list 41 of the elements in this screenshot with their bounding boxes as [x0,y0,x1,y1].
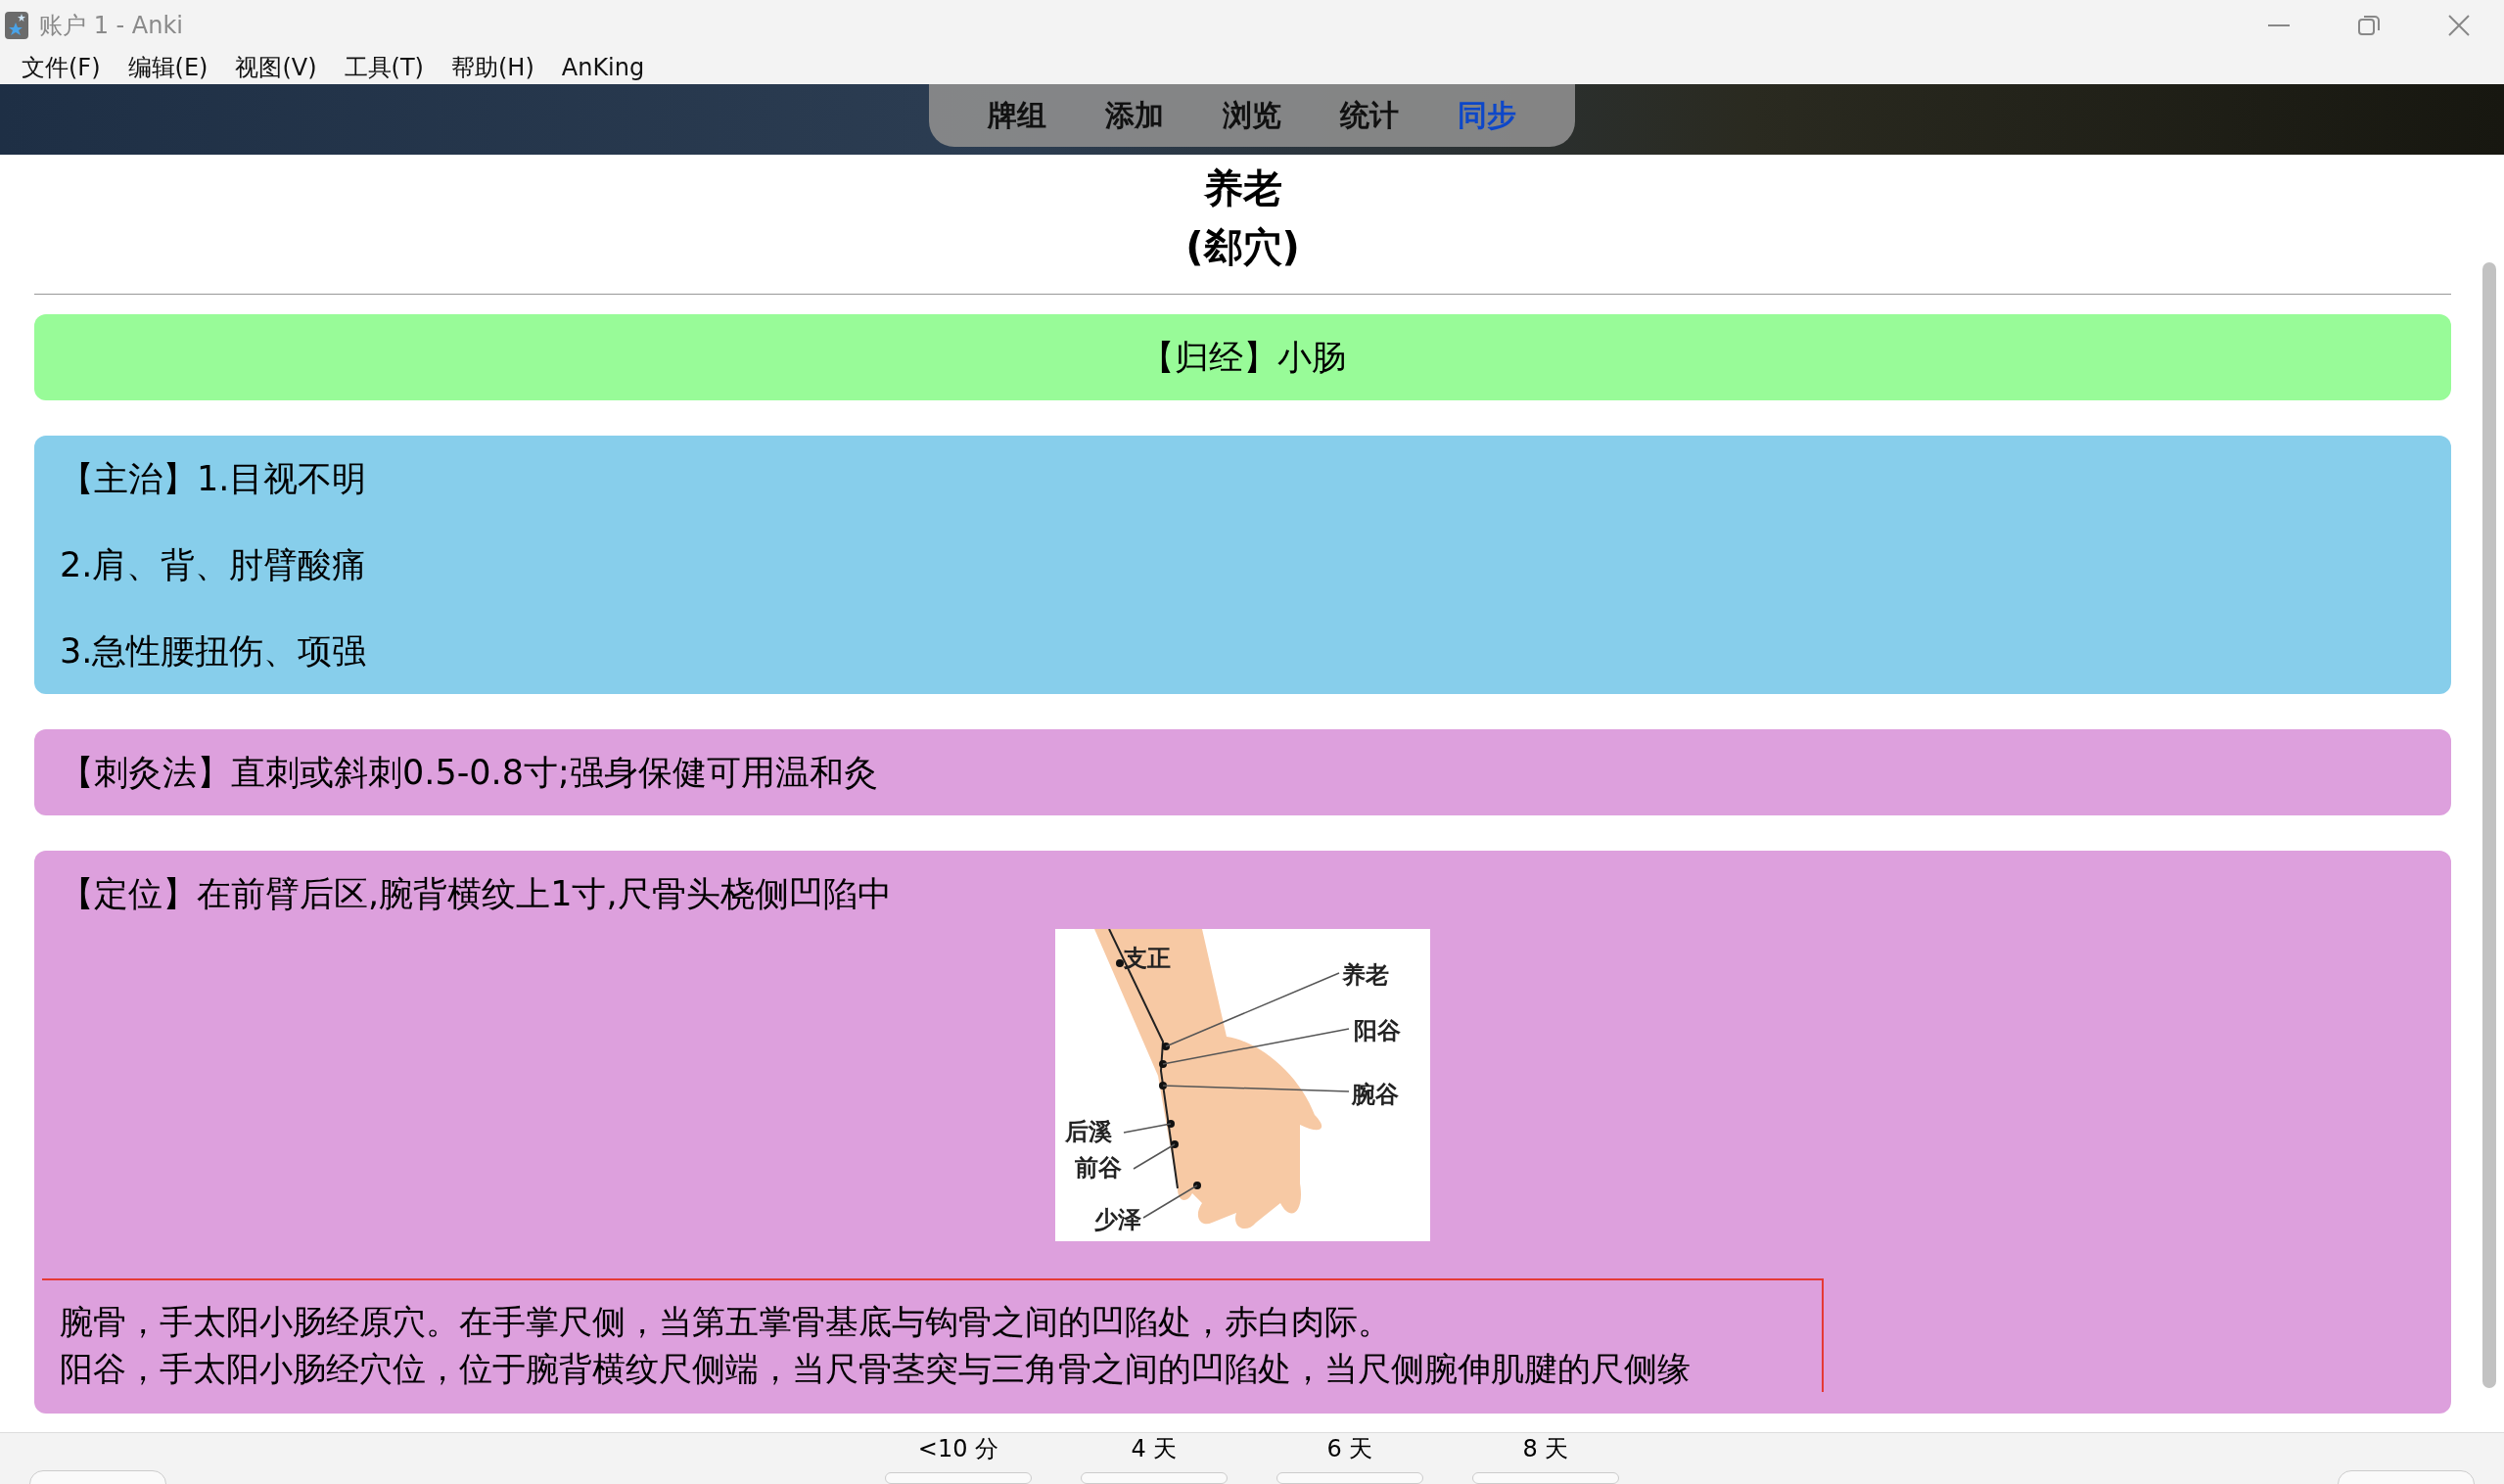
menu-item[interactable]: 视图(V) [221,52,331,83]
acupoint-label: 腕谷 [1352,1082,1399,1107]
panel-text: 3.急性腰扭伤、项强 [60,630,368,672]
interval-label: <10 分 [917,1434,999,1464]
interval-label: 4 天 [1131,1434,1178,1464]
acupoint-label: 支正 [1124,946,1171,971]
answer-button[interactable] [1472,1472,1619,1484]
close-icon [2448,15,2470,36]
note-text: 阳谷，手太阳小肠经穴位，位于腕背横纹尺侧端，当尺骨茎突与三角骨之间的凹陷处，当尺侧腕伸肌腱的尺侧缘 [60,1348,1692,1390]
acupoint-label: 养老 [1342,962,1389,988]
acupoint-label: 阳谷 [1354,1018,1401,1043]
panel-text: 【归经】小肠 [1138,337,1347,379]
interval-label: 6 天 [1326,1434,1373,1464]
answer-button[interactable] [885,1472,1032,1484]
minimize-icon [2268,24,2290,26]
app-icon [4,11,29,40]
toolbar-link[interactable]: 添加 [1076,95,1193,136]
toolbar-link[interactable]: 统计 [1311,95,1428,136]
acupoint-label: 前谷 [1075,1155,1122,1181]
panel-text: 【定位】在前臂后区,腕背横纹上1寸,尺骨头桡侧凹陷中 [60,873,893,915]
menu-item[interactable]: 工具(T) [330,52,438,83]
toolbar-link[interactable]: 浏览 [1193,95,1311,136]
window-title: 账户 1 - Anki [39,11,183,41]
panel-text: 【刺灸法】直刺或斜刺0.5-0.8寸;强身保健可用温和灸 [60,752,879,794]
panel-text: 2.肩、背、肘臂酸痛 [60,544,368,586]
menu-item[interactable]: 编辑(E) [114,52,222,83]
scrollbar-thumb[interactable] [2482,262,2496,1388]
acupoint-label: 后溪 [1065,1119,1112,1144]
answer-button[interactable] [1081,1472,1228,1484]
acupoint-label: 少泽 [1094,1207,1141,1232]
card-subtitle: (郄穴) [1184,223,1301,271]
menu-item[interactable]: 帮助(H) [437,52,548,83]
answer-button[interactable] [1276,1472,1423,1484]
card-title: 养老 [1202,164,1283,212]
panel-text: 【主治】1.目视不明 [60,458,368,500]
menu-item[interactable]: 文件(F) [8,52,115,83]
note-text: 腕骨，手太阳小肠经原穴。在手掌尺侧，当第五掌骨基底与钩骨之间的凹陷处，赤白肉际。 [60,1301,1392,1343]
interval-label: 8 天 [1522,1434,1569,1464]
restore-icon [2358,15,2380,36]
toolbar-link[interactable]: 牌组 [958,95,1076,136]
menu-item[interactable]: AnKing [547,54,659,81]
